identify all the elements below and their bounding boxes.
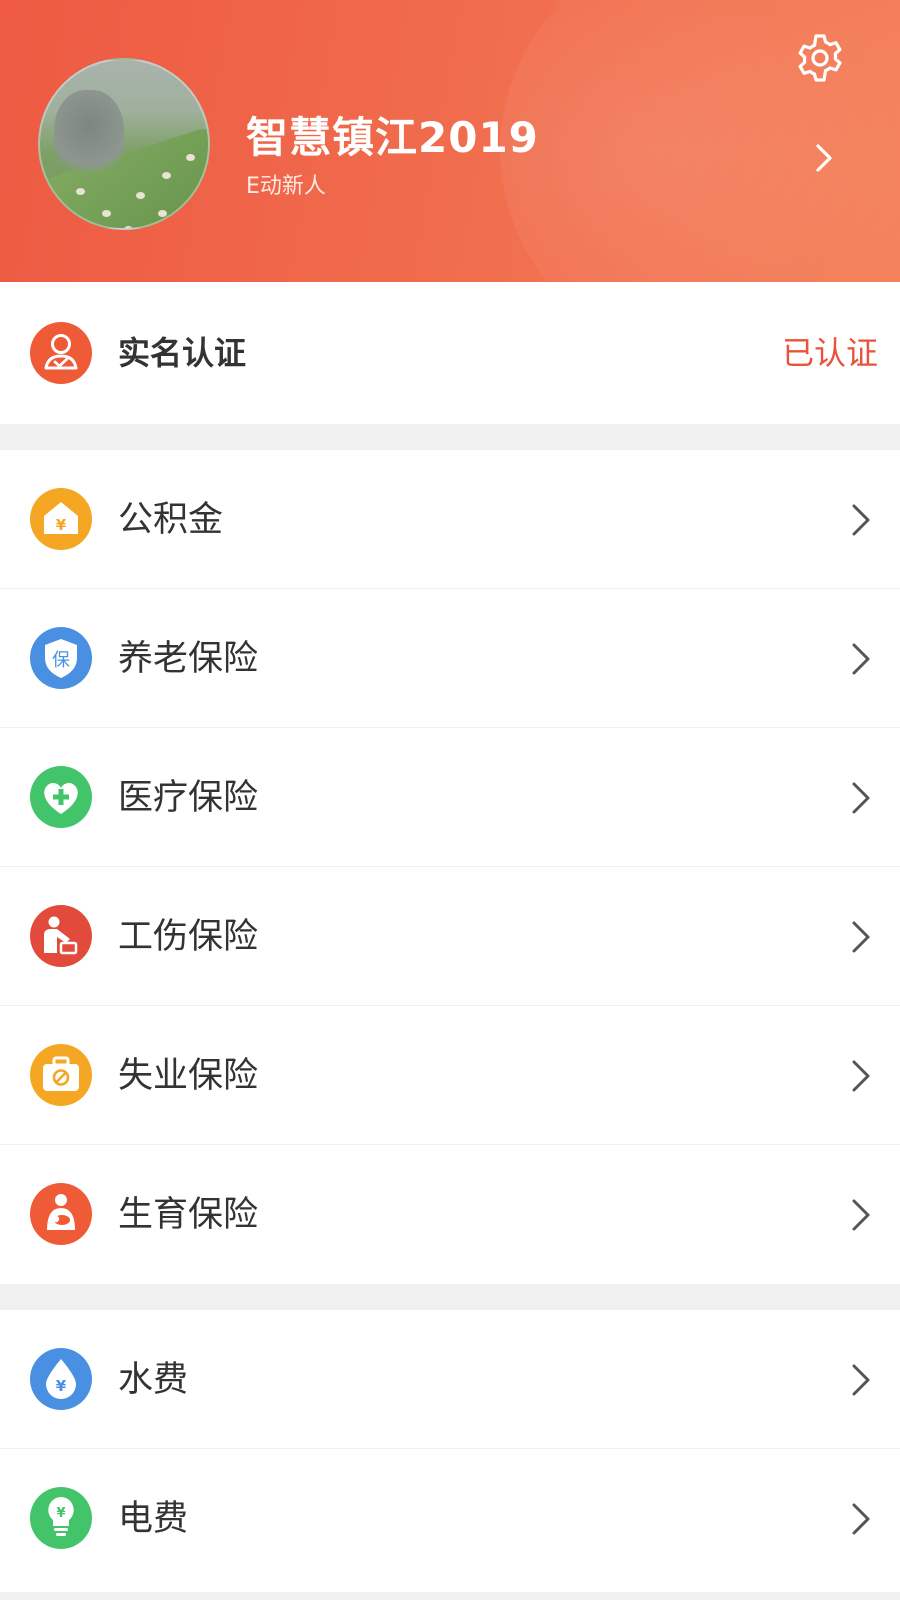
- list-item-housing-fund[interactable]: ¥ 公积金: [0, 450, 900, 589]
- list-item-label: 公积金: [118, 500, 224, 540]
- list-item-unemployment[interactable]: 失业保险: [0, 1006, 900, 1145]
- avatar-sheep: [158, 210, 167, 217]
- list-item-electricity-fee[interactable]: ¥ 电费: [0, 1449, 900, 1588]
- gear-icon[interactable]: [792, 30, 848, 86]
- list-item-label: 生育保险: [118, 1195, 259, 1235]
- avatar-sheep: [186, 154, 195, 161]
- section-divider: [0, 424, 900, 450]
- list-item-label: 养老保险: [118, 639, 259, 679]
- avatar-sheep: [136, 192, 145, 199]
- list-item-water-fee[interactable]: ¥ 水费: [0, 1310, 900, 1449]
- bottom-divider: [0, 1592, 900, 1600]
- lightbulb-icon: ¥: [30, 1487, 92, 1549]
- chevron-right-icon: [852, 1060, 870, 1092]
- list-item-maternity[interactable]: 生育保险: [0, 1145, 900, 1284]
- user-level-tag: E动新人: [246, 174, 326, 199]
- medical-heart-icon: [30, 766, 92, 828]
- chevron-right-icon: [852, 504, 870, 536]
- chevron-right-icon: [852, 1364, 870, 1396]
- avatar-sheep: [124, 226, 133, 228]
- list-item-label: 电费: [118, 1499, 189, 1539]
- list-item-label: 医疗保险: [118, 778, 259, 818]
- svg-text:保: 保: [52, 650, 70, 671]
- chevron-right-icon[interactable]: [810, 138, 838, 178]
- svg-text:¥: ¥: [56, 1377, 67, 1395]
- real-name-verification-row[interactable]: 实名认证 已认证: [0, 282, 900, 424]
- housing-fund-icon: ¥: [30, 488, 92, 550]
- utilities-list: ¥ 水费 ¥ 电费: [0, 1310, 900, 1588]
- work-injury-icon: [30, 905, 92, 967]
- avatar-tree: [54, 90, 124, 180]
- chevron-right-icon: [852, 1199, 870, 1231]
- list-item-label: 失业保险: [118, 1056, 259, 1096]
- avatar-sheep: [102, 210, 111, 217]
- chevron-right-icon: [852, 782, 870, 814]
- unemployment-bag-icon: [30, 1044, 92, 1106]
- maternity-icon: [30, 1183, 92, 1245]
- list-item-work-injury[interactable]: 工伤保险: [0, 867, 900, 1006]
- chevron-right-icon: [852, 1503, 870, 1535]
- avatar-sheep: [76, 188, 85, 195]
- list-item-label: 水费: [118, 1360, 189, 1400]
- water-drop-icon: ¥: [30, 1348, 92, 1410]
- user-name: 智慧镇江2019: [246, 113, 539, 162]
- verification-status: 已认证: [781, 334, 878, 372]
- avatar[interactable]: [38, 58, 210, 230]
- chevron-right-icon: [852, 643, 870, 675]
- verified-user-icon: [30, 322, 92, 384]
- list-item-label: 工伤保险: [118, 917, 259, 957]
- svg-text:¥: ¥: [56, 1506, 65, 1521]
- list-item-pension[interactable]: 保 养老保险: [0, 589, 900, 728]
- chevron-right-icon: [852, 921, 870, 953]
- verification-label: 实名认证: [118, 334, 247, 372]
- avatar-sheep: [162, 172, 171, 179]
- insurance-list: ¥ 公积金 保 养老保险 医疗保险 工伤保险 失业保险 生育保险: [0, 450, 900, 1284]
- section-divider: [0, 1284, 900, 1310]
- pension-shield-icon: 保: [30, 627, 92, 689]
- svg-text:¥: ¥: [56, 516, 67, 534]
- profile-header[interactable]: 智慧镇江2019 E动新人: [0, 0, 900, 282]
- list-item-medical[interactable]: 医疗保险: [0, 728, 900, 867]
